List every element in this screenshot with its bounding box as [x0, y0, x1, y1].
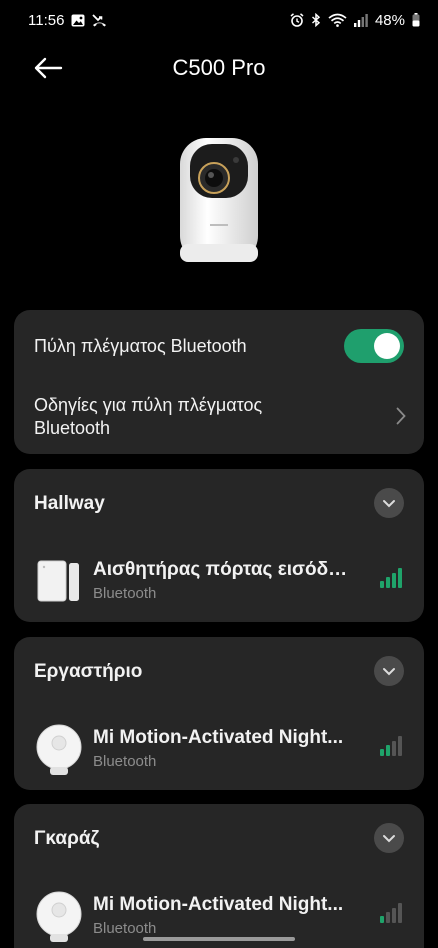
signal-strength-icon — [380, 568, 402, 593]
signal-strength-icon — [380, 736, 402, 761]
room-card-workshop: Εργαστήριο Mi Motion-Activated Night... … — [14, 637, 424, 790]
gallery-notification-icon — [71, 14, 85, 27]
gateway-guide-row[interactable]: Οδηγίες για πύλη πλέγματος Bluetooth — [34, 394, 404, 442]
camera-product-image — [176, 136, 262, 266]
room-title: Εργαστήριο — [34, 661, 143, 682]
room-card-hallway: Hallway Αισθητήρας πόρτας εισόδο... Blue… — [14, 469, 424, 622]
room-title: Γκαράζ — [34, 828, 100, 849]
chevron-right-icon[interactable] — [396, 407, 406, 430]
toggle-knob — [374, 333, 400, 359]
room-collapse-button[interactable] — [374, 656, 404, 686]
room-card-garage: Γκαράζ Mi Motion-Activated Night... Blue… — [14, 804, 424, 948]
device-protocol: Bluetooth — [93, 753, 157, 770]
cellular-signal-icon — [353, 13, 368, 27]
night-light-image — [34, 890, 84, 944]
device-name: Mi Motion-Activated Night... — [93, 894, 344, 915]
alarm-icon — [290, 13, 304, 27]
device-name: Αισθητήρας πόρτας εισόδο... — [93, 559, 353, 580]
night-light-image — [34, 723, 84, 777]
device-list-item[interactable]: Αισθητήρας πόρτας εισόδο... Bluetooth — [14, 549, 424, 613]
device-protocol: Bluetooth — [93, 585, 157, 602]
door-sensor-image — [34, 555, 84, 609]
room-collapse-button[interactable] — [374, 488, 404, 518]
status-left: 11:56 — [28, 12, 107, 29]
home-indicator[interactable] — [143, 937, 295, 941]
status-time: 11:56 — [28, 11, 65, 29]
chevron-down-icon — [383, 499, 395, 507]
room-collapse-button[interactable] — [374, 823, 404, 853]
wifi-icon — [328, 13, 347, 27]
gateway-guide-label-line1: Οδηγίες για πύλη πλέγματος — [34, 395, 263, 415]
missed-call-icon — [92, 13, 107, 27]
bluetooth-gateway-toggle[interactable] — [344, 329, 404, 363]
chevron-down-icon — [383, 834, 395, 842]
device-protocol: Bluetooth — [93, 920, 157, 937]
header: C500 Pro — [0, 44, 438, 92]
battery-icon — [412, 13, 420, 27]
gateway-toggle-label: Πύλη πλέγματος Bluetooth — [34, 335, 247, 356]
gateway-guide-label-line2: Bluetooth — [34, 418, 111, 438]
signal-strength-icon — [380, 903, 402, 928]
gateway-card: Πύλη πλέγματος Bluetooth Οδηγίες για πύλ… — [14, 310, 424, 454]
room-title: Hallway — [34, 493, 105, 514]
page-title: C500 Pro — [172, 55, 266, 80]
battery-percent: 48% — [374, 11, 405, 29]
status-bar: 11:56 48% — [0, 0, 438, 40]
status-right: 48% — [290, 12, 420, 29]
device-list-item[interactable]: Mi Motion-Activated Night... Bluetooth — [14, 717, 424, 781]
device-name: Mi Motion-Activated Night... — [93, 727, 344, 748]
bluetooth-icon — [311, 13, 321, 27]
chevron-down-icon — [383, 667, 395, 675]
